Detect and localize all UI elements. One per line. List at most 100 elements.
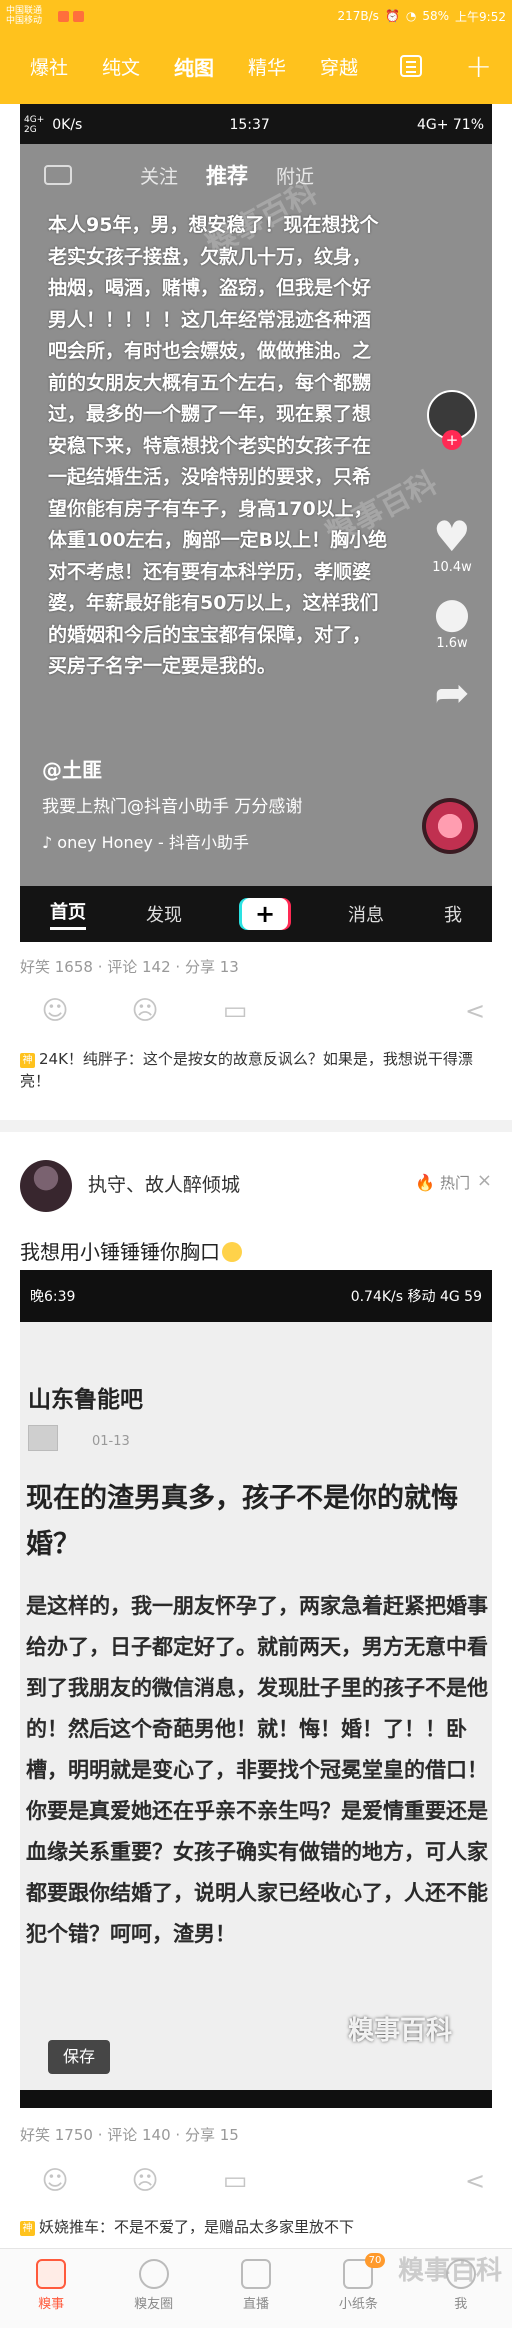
- post2-god-comment[interactable]: 神妖娆推车：不是不爱了，是赠品太多家里放不下: [20, 2216, 490, 2238]
- follow-plus-icon: +: [442, 430, 462, 450]
- post-separator: [0, 1120, 512, 1132]
- hot-badge: 🔥 热门: [415, 1172, 470, 1193]
- smile-icon[interactable]: ☺: [40, 2166, 70, 2196]
- nav-messages[interactable]: 70 小纸条: [318, 2253, 398, 2312]
- phone-time: 晚6:39: [30, 1289, 76, 1305]
- post2-stats: 好笑 1750 · 评论 140 · 分享 15: [20, 2126, 239, 2144]
- category-tabs: 爆社 纯文 纯图 精华 穿越 +: [30, 47, 492, 85]
- battery-level: 58%: [422, 9, 450, 23]
- douyin-nav-me: 我: [444, 905, 462, 926]
- live-icon: [240, 2259, 271, 2289]
- phone-status-bar: 晚6:39 0.74K/s 移动 4G 59: [20, 1270, 492, 1322]
- tab-jinghua[interactable]: 精华: [248, 53, 286, 80]
- share-icon[interactable]: <: [460, 2166, 490, 2196]
- share-icon[interactable]: <: [460, 996, 490, 1026]
- tab-chunwen[interactable]: 纯文: [102, 53, 140, 80]
- list-toggle-icon[interactable]: [400, 55, 423, 77]
- emoji-icon: [222, 1242, 242, 1262]
- tab-chuanyue[interactable]: 穿越: [320, 53, 358, 80]
- phone-battery: 4G+ 71%: [416, 117, 484, 133]
- comment-bubble-icon: ●: [433, 588, 471, 637]
- post1-actions: ☺ ☹ ▭ <: [40, 994, 490, 1028]
- music-disc-icon: [422, 798, 478, 854]
- video-author: @土匪: [42, 758, 102, 782]
- carrier-2: 中国移动: [6, 16, 43, 26]
- fire-icon: 🔥: [415, 1173, 436, 1192]
- video-description: 我要上热门@抖音小助手 万分感谢: [42, 797, 303, 817]
- tab-baoshe[interactable]: 爆社: [30, 53, 68, 80]
- god-comment-icon: 神: [20, 1053, 35, 1068]
- bottom-bar: [20, 2090, 492, 2108]
- camera-icon: [44, 165, 72, 185]
- nav-label: 小纸条: [338, 2297, 378, 2312]
- notification-icon: [58, 10, 69, 22]
- video-music: ♪ oney Honey - 抖音小助手: [42, 833, 249, 852]
- comment-counter: ● 1.6w: [426, 588, 478, 652]
- message-icon: 70: [343, 2253, 386, 2289]
- douyin-nav-plus-icon: +: [242, 898, 288, 930]
- notification-icon: [73, 10, 84, 22]
- avatar[interactable]: [20, 1160, 72, 1212]
- phone-status-bar: 4G+ 2G 0K/s 15:37 4G+ 71%: [24, 112, 484, 138]
- tieba-headline: 现在的渣男真多，孩子不是你的就悔婚？: [26, 1483, 458, 1560]
- god-comment-icon: 神: [20, 2221, 35, 2236]
- hot-label: 热门: [439, 1174, 470, 1192]
- save-button[interactable]: 保存: [48, 2040, 110, 2074]
- god-comment-text: 妖娆推车：不是不爱了，是赠品太多家里放不下: [39, 2218, 355, 2236]
- signal-indicator: 4G+ 2G: [24, 115, 44, 135]
- post1-image[interactable]: 4G+ 2G 0K/s 15:37 4G+ 71% 关注 推荐 附近 糗事百科 …: [20, 104, 492, 942]
- close-button[interactable]: ×: [477, 1170, 492, 1191]
- nav-live[interactable]: 直播: [216, 2259, 296, 2312]
- post2-username[interactable]: 执守、故人醉倾城: [88, 1170, 240, 1197]
- nav-label: 我: [454, 2297, 468, 2312]
- douyin-nav-home: 首页: [50, 898, 86, 930]
- post2-image[interactable]: 晚6:39 0.74K/s 移动 4G 59 山东鲁能吧 01-13 现在的渣男…: [20, 1270, 492, 2108]
- wifi-icon: ◔: [405, 9, 417, 23]
- nav-qiuyouquan[interactable]: 糗友圈: [114, 2259, 194, 2312]
- nav-label: 糗友圈: [134, 2297, 174, 2312]
- unread-badge: 70: [364, 2253, 386, 2268]
- app-root: 中国联通 中国移动 217B/s ⏰ ◔ 58% 上午9:52 爆社 纯文 纯图…: [0, 0, 512, 2328]
- post2-title-text: 我想用小锤锤锤你胸口: [20, 1240, 220, 1264]
- post2-title[interactable]: 我想用小锤锤锤你胸口: [20, 1236, 242, 1265]
- smile-icon[interactable]: ☺: [40, 996, 70, 1026]
- tieba-content: 是这样的，我一朋友怀孕了，两家急着赶紧把婚事给办了，日子都定好了。就前两天，男方…: [26, 1594, 488, 1946]
- frown-icon[interactable]: ☹: [130, 2166, 160, 2196]
- share-arrow-icon: ➦: [434, 668, 470, 717]
- status-right: 217B/s ⏰ ◔ 58% 上午9:52: [338, 8, 507, 25]
- douyin-nav-messages: 消息: [348, 905, 384, 926]
- user-thumbnail: [28, 1425, 58, 1451]
- nav-label: 糗事: [38, 2297, 65, 2312]
- status-bar: 中国联通 中国移动 217B/s ⏰ ◔ 58% 上午9:52: [6, 6, 506, 26]
- post1-god-comment[interactable]: 神 24K！纯胖子：这个是按女的故意反讽么？如果是，我想说干得漂亮！: [20, 1048, 490, 1092]
- qiushi-icon: [36, 2259, 67, 2289]
- alarm-icon: ⏰: [384, 9, 400, 23]
- phone-status-right: 0.74K/s 移动 4G 59: [350, 1289, 482, 1305]
- carrier-names: 中国联通 中国移动: [6, 6, 54, 26]
- top-header: 中国联通 中国移动 217B/s ⏰ ◔ 58% 上午9:52 爆社 纯文 纯图…: [0, 0, 512, 104]
- tab-chuntu[interactable]: 纯图: [174, 52, 214, 81]
- like-counter: ♥ 10.4w: [426, 512, 478, 576]
- frown-icon[interactable]: ☹: [130, 996, 160, 1026]
- video-overlay-text: 本人95年，男，想安稳了！现在想找个老实女孩子接盘，欠款几十万，纹身，抽烟，喝酒…: [48, 214, 388, 677]
- phone-status-left: 4G+ 2G 0K/s: [24, 115, 82, 135]
- add-post-button[interactable]: +: [465, 47, 492, 85]
- douyin-feed-tabs: 关注 推荐 附近: [44, 160, 468, 190]
- watermark: 糗事百科: [397, 2256, 502, 2286]
- post2-actions: ☺ ☹ ▭ <: [40, 2164, 490, 2198]
- globe-icon: [138, 2259, 169, 2289]
- creator-avatar: +: [426, 390, 478, 458]
- nav-qiushi[interactable]: 糗事: [11, 2259, 91, 2312]
- feed-tab-recommend: 推荐: [206, 164, 249, 188]
- status-left: 中国联通 中国移动: [6, 6, 84, 26]
- god-comment-text: 24K！纯胖子：这个是按女的故意反讽么？如果是，我想说干得漂亮！: [20, 1050, 473, 1090]
- phone-speed: 0K/s: [52, 117, 83, 133]
- network-speed: 217B/s: [337, 9, 379, 23]
- watermark: 糗事百科: [347, 2016, 452, 2046]
- feed-tab-follow: 关注: [140, 165, 179, 188]
- heart-icon: ♥: [433, 512, 471, 561]
- clock: 上午9:52: [455, 9, 506, 24]
- post-date: 01-13: [92, 1434, 130, 1449]
- comment-icon[interactable]: ▭: [220, 2166, 250, 2196]
- comment-icon[interactable]: ▭: [220, 996, 250, 1026]
